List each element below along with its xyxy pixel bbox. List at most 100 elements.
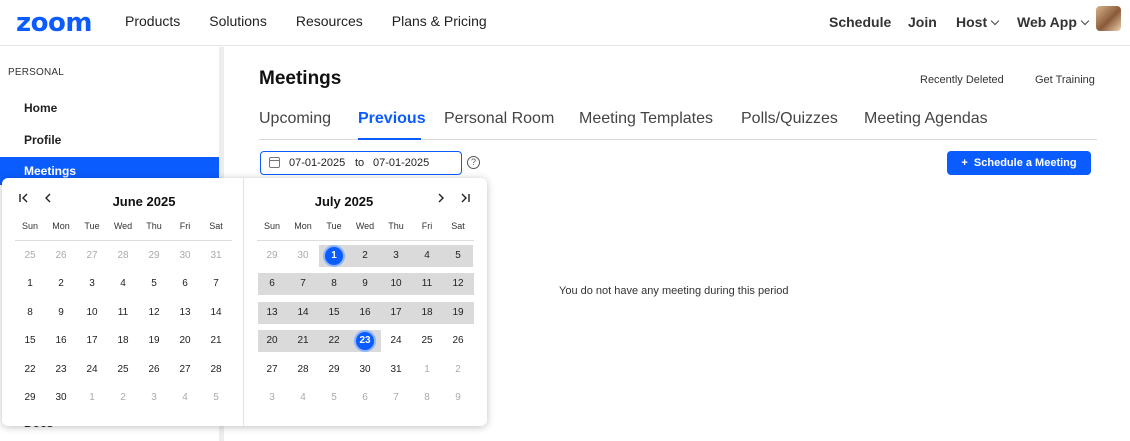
calendar-day[interactable]: 29 xyxy=(139,245,169,267)
calendar-day[interactable]: 7 xyxy=(288,273,318,295)
calendar-day[interactable]: 17 xyxy=(381,302,411,324)
nav-host[interactable]: Host xyxy=(956,14,1000,30)
nav-resources[interactable]: Resources xyxy=(296,13,363,29)
calendar-day[interactable]: 10 xyxy=(381,273,411,295)
date-range-input[interactable]: 07-01-2025 to 07-01-2025 xyxy=(260,151,462,175)
calendar-day[interactable]: 8 xyxy=(412,387,442,409)
nav-solutions[interactable]: Solutions xyxy=(209,13,267,29)
get-training-link[interactable]: Get Training xyxy=(1035,74,1095,86)
calendar-day[interactable]: 23 xyxy=(46,359,76,381)
calendar-day[interactable]: 30 xyxy=(46,387,76,409)
calendar-day[interactable]: 26 xyxy=(139,359,169,381)
calendar-day[interactable]: 4 xyxy=(170,387,200,409)
calendar-day[interactable]: 16 xyxy=(350,302,380,324)
calendar-day[interactable]: 11 xyxy=(412,273,442,295)
calendar-day[interactable]: 7 xyxy=(201,273,231,295)
calendar-day[interactable]: 6 xyxy=(257,273,287,295)
calendar-day[interactable]: 25 xyxy=(412,330,442,352)
calendar-day[interactable]: 27 xyxy=(257,359,287,381)
calendar-day[interactable]: 4 xyxy=(412,245,442,267)
calendar-day[interactable]: 9 xyxy=(443,387,473,409)
calendar-day[interactable]: 27 xyxy=(170,359,200,381)
calendar-day[interactable]: 12 xyxy=(443,273,473,295)
calendar-day[interactable]: 4 xyxy=(288,387,318,409)
calendar-day[interactable]: 31 xyxy=(201,245,231,267)
nav-products[interactable]: Products xyxy=(125,13,180,29)
recently-deleted-link[interactable]: Recently Deleted xyxy=(920,74,1004,86)
calendar-day[interactable]: 10 xyxy=(77,302,107,324)
tab-previous[interactable]: Previous xyxy=(358,110,426,128)
calendar-day[interactable]: 4 xyxy=(108,273,138,295)
tab-polls-quizzes[interactable]: Polls/Quizzes xyxy=(741,110,838,128)
calendar-day[interactable]: 25 xyxy=(15,245,45,267)
calendar-day[interactable]: 27 xyxy=(77,245,107,267)
calendar-day[interactable]: 2 xyxy=(46,273,76,295)
tab-meeting-templates[interactable]: Meeting Templates xyxy=(579,110,713,128)
first-month-icon[interactable] xyxy=(17,191,31,207)
sidebar-item-home[interactable]: Home xyxy=(0,94,219,122)
calendar-day[interactable]: 29 xyxy=(15,387,45,409)
calendar-day[interactable]: 8 xyxy=(319,273,349,295)
calendar-day[interactable]: 28 xyxy=(288,359,318,381)
schedule-meeting-button[interactable]: + Schedule a Meeting xyxy=(947,151,1091,175)
calendar-day[interactable]: 3 xyxy=(139,387,169,409)
calendar-day[interactable]: 28 xyxy=(108,245,138,267)
calendar-day[interactable]: 22 xyxy=(319,330,349,352)
calendar-day[interactable]: 6 xyxy=(350,387,380,409)
calendar-day[interactable]: 6 xyxy=(170,273,200,295)
calendar-day[interactable]: 18 xyxy=(412,302,442,324)
calendar-day[interactable]: 3 xyxy=(381,245,411,267)
calendar-day[interactable]: 2 xyxy=(108,387,138,409)
next-month-icon[interactable] xyxy=(434,191,448,207)
calendar-day[interactable]: 1 xyxy=(412,359,442,381)
calendar-day[interactable]: 25 xyxy=(108,359,138,381)
calendar-day[interactable]: 14 xyxy=(288,302,318,324)
calendar-day[interactable]: 19 xyxy=(139,330,169,352)
calendar-day[interactable]: 5 xyxy=(201,387,231,409)
calendar-day[interactable]: 29 xyxy=(319,359,349,381)
calendar-day[interactable]: 2 xyxy=(350,245,380,267)
tab-personal-room[interactable]: Personal Room xyxy=(444,110,554,128)
calendar-day[interactable]: 9 xyxy=(46,302,76,324)
calendar-day[interactable]: 20 xyxy=(170,330,200,352)
calendar-day[interactable]: 30 xyxy=(170,245,200,267)
calendar-day[interactable]: 14 xyxy=(201,302,231,324)
calendar-day[interactable]: 17 xyxy=(77,330,107,352)
nav-schedule[interactable]: Schedule xyxy=(829,14,891,30)
help-icon[interactable]: ? xyxy=(467,156,480,169)
calendar-day[interactable]: 5 xyxy=(319,387,349,409)
calendar-day[interactable]: 8 xyxy=(15,302,45,324)
calendar-day[interactable]: 18 xyxy=(108,330,138,352)
calendar-day[interactable]: 1 xyxy=(319,245,349,267)
calendar-day[interactable]: 28 xyxy=(201,359,231,381)
calendar-day[interactable]: 16 xyxy=(46,330,76,352)
calendar-day[interactable]: 30 xyxy=(350,359,380,381)
calendar-day[interactable]: 5 xyxy=(139,273,169,295)
calendar-day[interactable]: 30 xyxy=(288,245,318,267)
calendar-day[interactable]: 11 xyxy=(108,302,138,324)
tab-upcoming[interactable]: Upcoming xyxy=(259,110,331,128)
calendar-day[interactable]: 31 xyxy=(381,359,411,381)
calendar-day[interactable]: 24 xyxy=(381,330,411,352)
tab-meeting-agendas[interactable]: Meeting Agendas xyxy=(864,110,988,128)
calendar-day[interactable]: 12 xyxy=(139,302,169,324)
calendar-day[interactable]: 26 xyxy=(443,330,473,352)
calendar-day[interactable]: 21 xyxy=(288,330,318,352)
calendar-day[interactable]: 26 xyxy=(46,245,76,267)
calendar-day[interactable]: 29 xyxy=(257,245,287,267)
calendar-day[interactable]: 5 xyxy=(443,245,473,267)
sidebar-item-profile[interactable]: Profile xyxy=(0,126,219,154)
calendar-day[interactable]: 2 xyxy=(443,359,473,381)
nav-plans-pricing[interactable]: Plans & Pricing xyxy=(392,13,487,29)
calendar-day[interactable]: 20 xyxy=(257,330,287,352)
calendar-day[interactable]: 23 xyxy=(350,330,380,352)
calendar-day[interactable]: 15 xyxy=(319,302,349,324)
calendar-day[interactable]: 21 xyxy=(201,330,231,352)
nav-join[interactable]: Join xyxy=(908,14,937,30)
calendar-day[interactable]: 9 xyxy=(350,273,380,295)
calendar-day[interactable]: 1 xyxy=(15,273,45,295)
last-month-icon[interactable] xyxy=(458,191,472,207)
zoom-logo[interactable]: zoom xyxy=(16,8,92,38)
calendar-day[interactable]: 22 xyxy=(15,359,45,381)
calendar-day[interactable]: 3 xyxy=(77,273,107,295)
